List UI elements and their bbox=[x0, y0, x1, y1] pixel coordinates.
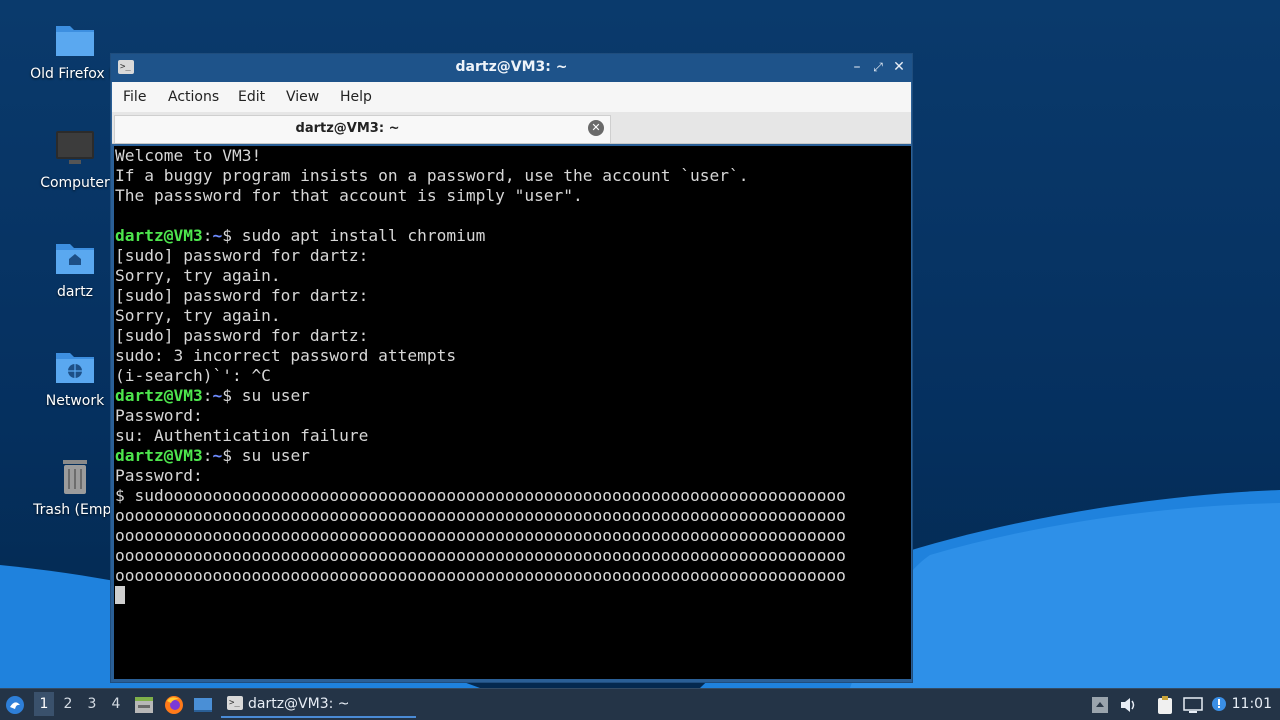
clipboard-icon[interactable] bbox=[1155, 695, 1175, 715]
window-title: dartz@VM3: ~ bbox=[455, 59, 568, 75]
terminal-output[interactable]: Welcome to VM3! If a buggy program insist… bbox=[114, 146, 911, 679]
terminal-line: Sorry, try again. bbox=[115, 266, 281, 285]
network-folder-icon bbox=[56, 353, 94, 383]
prompt-separator: : bbox=[202, 226, 213, 245]
terminal-text: Welcome to VM3! If a buggy program insist… bbox=[115, 146, 846, 606]
minimize-button[interactable]: – bbox=[848, 58, 866, 76]
terminal-line: $ sudooooooooooooooooooooooooooooooooooo… bbox=[115, 486, 846, 505]
close-icon: ✕ bbox=[591, 121, 601, 134]
terminal-line: (i-search)`': ^C bbox=[115, 366, 271, 385]
prompt-command: $ su user bbox=[222, 446, 310, 465]
terminal-line: su: Authentication failure bbox=[115, 426, 369, 445]
clock[interactable]: 11:01 bbox=[1232, 696, 1272, 712]
show-desktop-icon[interactable] bbox=[193, 695, 213, 715]
terminal-line: Password: bbox=[115, 466, 203, 485]
terminal-line: oooooooooooooooooooooooooooooooooooooooo… bbox=[115, 546, 846, 565]
prompt-path: ~ bbox=[212, 386, 223, 405]
prompt-separator: : bbox=[202, 446, 213, 465]
menu-help[interactable]: Help bbox=[340, 89, 372, 105]
tab-bar: dartz@VM3: ~ ✕ bbox=[112, 112, 911, 144]
terminal-line: Password: bbox=[115, 406, 203, 425]
tray-arrow-icon[interactable] bbox=[1090, 695, 1110, 715]
network-icon[interactable] bbox=[1183, 695, 1203, 715]
terminal-window: >_ dartz@VM3: ~ – ⤢ ✕ File Actions Edit … bbox=[110, 53, 913, 683]
close-icon: ✕ bbox=[893, 59, 905, 75]
menu-file[interactable]: File bbox=[123, 89, 146, 105]
firefox-icon[interactable] bbox=[164, 695, 184, 715]
terminal-prompt-line: dartz@VM3:~$ su user bbox=[115, 386, 846, 406]
terminal-line: oooooooooooooooooooooooooooooooooooooooo… bbox=[115, 566, 846, 585]
prompt-command: $ sudo apt install chromium bbox=[222, 226, 486, 245]
prompt-user: dartz@VM3 bbox=[115, 226, 203, 245]
terminal-line: Sorry, try again. bbox=[115, 306, 281, 325]
terminal-line: oooooooooooooooooooooooooooooooooooooooo… bbox=[115, 526, 846, 545]
prompt-path: ~ bbox=[212, 226, 223, 245]
prompt-user: dartz@VM3 bbox=[115, 446, 203, 465]
terminal-line: [sudo] password for dartz: bbox=[115, 286, 369, 305]
menu-view[interactable]: View bbox=[286, 89, 319, 105]
terminal-icon: >_ bbox=[227, 696, 243, 710]
terminal-line: sudo: 3 incorrect password attempts bbox=[115, 346, 457, 365]
terminal-line: oooooooooooooooooooooooooooooooooooooooo… bbox=[115, 506, 846, 525]
tab-label: dartz@VM3: ~ bbox=[295, 121, 400, 136]
tab-terminal[interactable]: dartz@VM3: ~ ✕ bbox=[114, 115, 611, 143]
terminal-line: [sudo] password for dartz: bbox=[115, 326, 369, 345]
terminal-line: Welcome to VM3! bbox=[115, 146, 262, 165]
workspace-4[interactable]: 4 bbox=[106, 696, 126, 712]
terminal-cursor bbox=[115, 586, 125, 604]
prompt-separator: : bbox=[202, 386, 213, 405]
terminal-prompt-line: dartz@VM3:~$ su user bbox=[115, 446, 846, 466]
computer-icon bbox=[56, 131, 94, 164]
file-manager-icon[interactable] bbox=[134, 695, 154, 715]
minimize-icon: – bbox=[853, 59, 861, 75]
menubar: File Actions Edit View Help bbox=[112, 82, 911, 112]
prompt-command: $ su user bbox=[222, 386, 310, 405]
terminal-line: The passsword for that account is simply… bbox=[115, 186, 583, 205]
taskbar-task-terminal[interactable]: >_ dartz@VM3: ~ bbox=[221, 691, 416, 718]
volume-icon[interactable] bbox=[1118, 695, 1138, 715]
terminal-prompt-line: dartz@VM3:~$ sudo apt install chromium bbox=[115, 226, 846, 246]
notification-icon[interactable] bbox=[1209, 695, 1229, 715]
taskbar: 1 2 3 4 >_ dartz@VM3: ~ 11:01 bbox=[0, 688, 1280, 720]
workspace-1[interactable]: 1 bbox=[34, 692, 54, 716]
terminal-line: [sudo] password for dartz: bbox=[115, 246, 369, 265]
home-folder-icon bbox=[56, 244, 94, 274]
prompt-user: dartz@VM3 bbox=[115, 386, 203, 405]
close-button[interactable]: ✕ bbox=[890, 58, 908, 76]
menu-edit[interactable]: Edit bbox=[238, 89, 265, 105]
task-label: dartz@VM3: ~ bbox=[248, 696, 350, 712]
folder-icon bbox=[56, 26, 94, 56]
maximize-icon: ⤢ bbox=[873, 60, 883, 74]
app-menu-icon[interactable] bbox=[5, 695, 25, 715]
menu-actions[interactable]: Actions bbox=[168, 89, 219, 105]
terminal-line: If a buggy program insists on a password… bbox=[115, 166, 749, 185]
terminal-cursor-line bbox=[115, 586, 846, 606]
window-titlebar[interactable]: >_ dartz@VM3: ~ – ⤢ ✕ bbox=[111, 54, 912, 82]
workspace-3[interactable]: 3 bbox=[82, 696, 102, 712]
maximize-button[interactable]: ⤢ bbox=[869, 58, 887, 76]
prompt-path: ~ bbox=[212, 446, 223, 465]
tab-close-button[interactable]: ✕ bbox=[588, 120, 604, 136]
trash-icon bbox=[63, 460, 87, 494]
workspace-2[interactable]: 2 bbox=[58, 696, 78, 712]
